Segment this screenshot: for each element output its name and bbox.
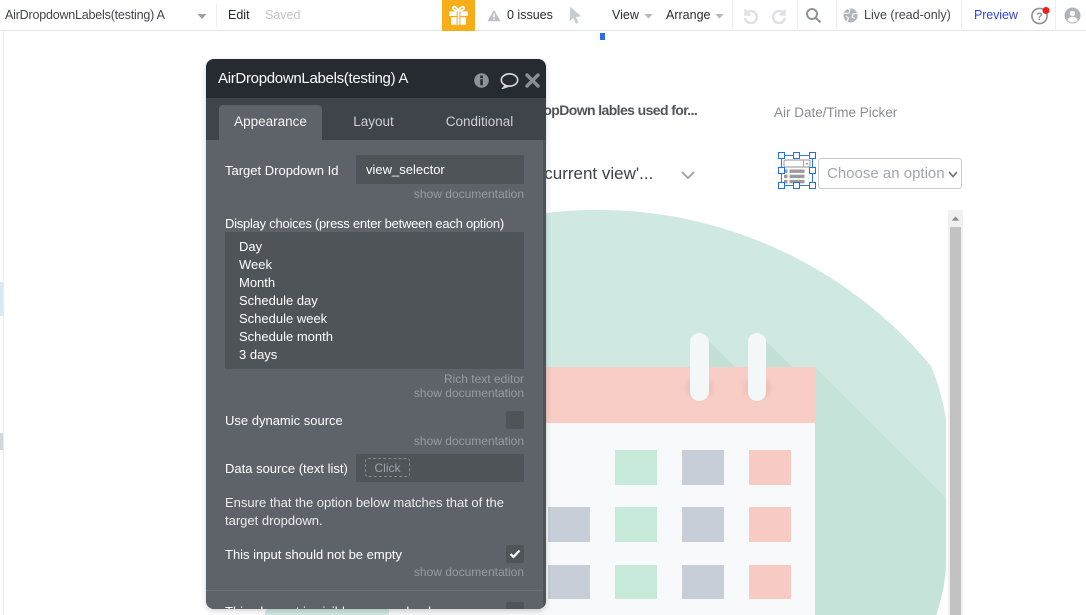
svg-text:?: ? bbox=[1036, 11, 1043, 23]
